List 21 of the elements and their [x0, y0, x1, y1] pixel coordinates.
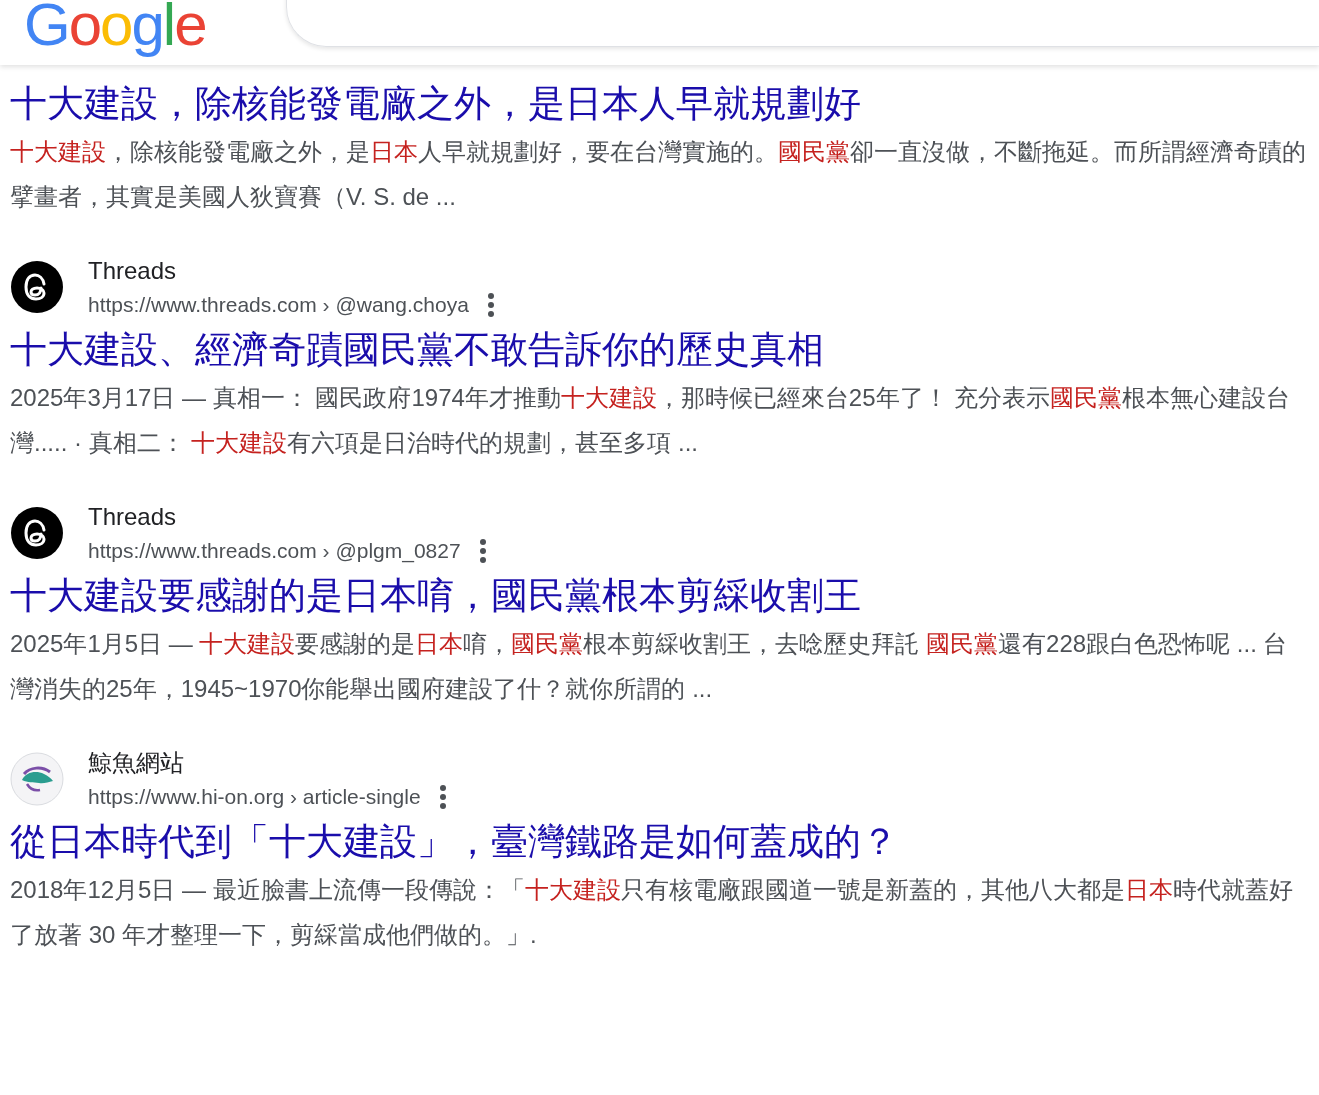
more-options-icon[interactable]	[438, 784, 447, 810]
site-name: Threads	[88, 256, 178, 286]
result-title-link[interactable]: 十大建設、經濟奇蹟國民黨不敢告訴你的歷史真相	[10, 325, 824, 375]
favicon-icon	[10, 506, 64, 560]
result-title-link[interactable]: 十大建設，除核能發電廠之外，是日本人早就規劃好	[10, 79, 861, 129]
favicon-icon	[10, 260, 64, 314]
google-logo[interactable]: Google	[24, 0, 206, 55]
more-options-icon[interactable]	[486, 292, 495, 318]
site-name: Threads	[88, 502, 178, 532]
favicon-icon	[10, 752, 64, 806]
result-snippet: 2025年1月5日 — 十大建設要感謝的是 日本唷，國民黨根本剪綵收割王，去唸歷史拜託 國民黨還有228跟白色恐怖呢 ... 台灣消失的25年，1945~1970你能舉出國府建設了什？就你所謂的 ...	[10, 629, 1289, 704]
result-snippet: 2018年12月5日 — 最近臉書上流傳一段傳說：「十大建設只有核電廠跟國道一號是新蓋的，其他八大都是 日本時代就蓋好了放著 30 年才整理一下，剪綵當成他們做的。」.	[10, 875, 1294, 950]
result-title-link[interactable]: 十大建設要感謝的是日本唷，國民黨根本剪綵收割王	[10, 571, 861, 621]
result-snippet: 十大建設，除核能發電廠之外，是 日本人早就規劃好，要在台灣實施的。國民黨卻一直沒做，不斷拖延。而所謂經濟奇蹟的擘畫者，其實是美國人狄寶賽（V. S. de ...	[10, 137, 1307, 212]
result-title-link[interactable]: 從日本時代到「十大建設」，臺灣鐵路是如何蓋成的？	[10, 817, 898, 867]
site-url: https://www.threads.com › @plgm_0827	[88, 538, 461, 565]
result-snippet: 2025年3月17日 — 真相一： 國民政府1974年才推動十大建設，那時候已經來台25年了！ 充分表示國民黨根本無心建設台灣..... · 真相二： 十大建設有六項是日治時代的規劃，甚至多項 ...	[10, 383, 1292, 458]
site-url: https://www.threads.com › @wang.choya	[88, 292, 469, 318]
more-options-icon[interactable]	[478, 538, 487, 564]
site-name: 鯨魚網站	[88, 748, 185, 778]
site-url: https://www.hi-on.org › article-single	[88, 784, 421, 810]
